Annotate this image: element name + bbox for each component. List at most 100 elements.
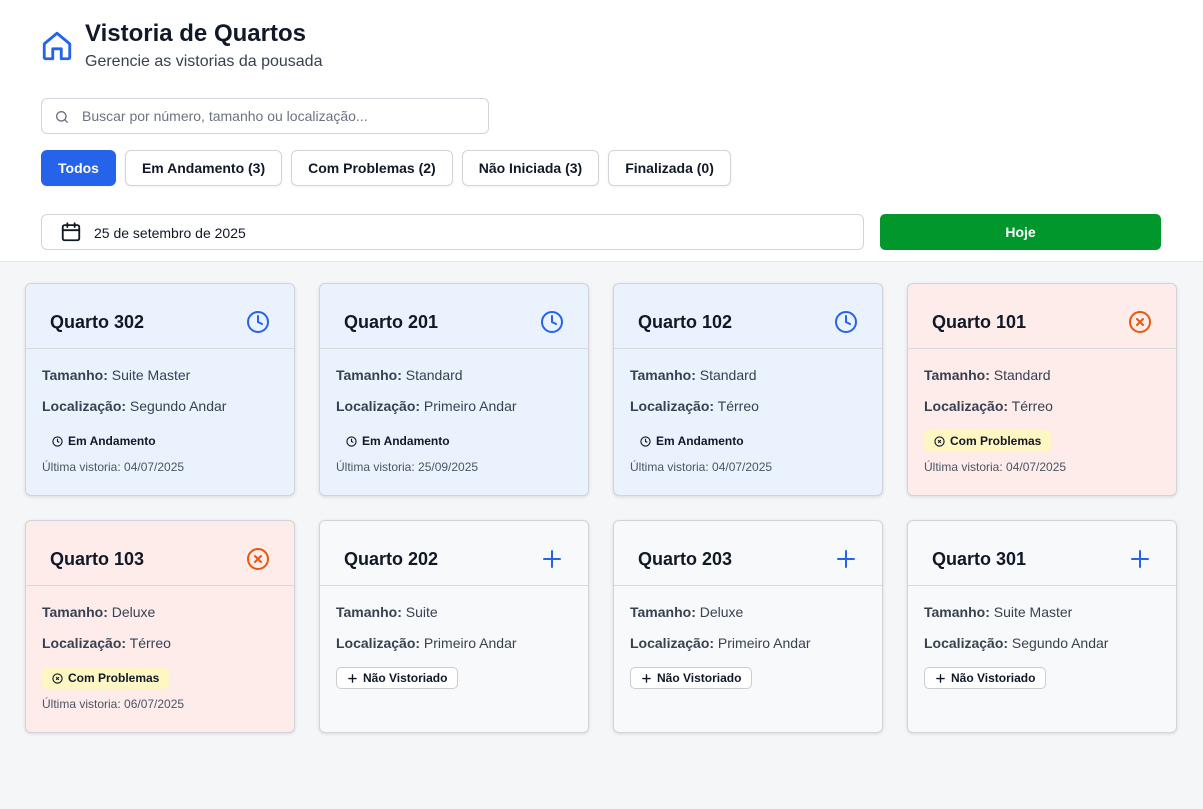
card-header: Quarto 203 <box>614 521 882 586</box>
card-header: Quarto 101 <box>908 284 1176 349</box>
size-value: Suite Master <box>993 604 1073 620</box>
filter-bar: Todos Em Andamento (3) Com Problemas (2)… <box>41 150 731 186</box>
x-circle-icon <box>52 672 63 684</box>
room-card[interactable]: Quarto 201 Tamanho: Standard Localização… <box>319 283 589 496</box>
date-picker[interactable]: 25 de setembro de 2025 <box>41 214 864 250</box>
clock-icon <box>640 435 651 447</box>
room-location: Localização: Térreo <box>42 635 278 666</box>
location-value: Térreo <box>717 398 759 414</box>
room-card[interactable]: Quarto 302 Tamanho: Suite Master Localiz… <box>25 283 295 496</box>
size-label: Tamanho: <box>924 604 990 620</box>
page-subtitle: Gerencie as vistorias da pousada <box>85 53 323 70</box>
status-badge: Em Andamento <box>630 430 754 452</box>
status-text: Não Vistoriado <box>657 671 742 685</box>
home-icon <box>42 31 72 61</box>
clock-icon[interactable] <box>246 310 270 334</box>
card-body: Tamanho: Standard Localização: Térreo Em… <box>630 367 866 474</box>
card-body: Tamanho: Standard Localização: Primeiro … <box>336 367 572 474</box>
room-size: Tamanho: Suite <box>336 604 572 635</box>
size-value: Standard <box>405 367 463 383</box>
location-label: Localização: <box>630 635 715 651</box>
room-title: Quarto 302 <box>50 312 145 332</box>
search-icon <box>56 111 68 123</box>
filter-todos[interactable]: Todos <box>41 150 116 186</box>
status-badge: Com Problemas <box>42 667 170 689</box>
card-header: Quarto 201 <box>320 284 588 349</box>
card-body: Tamanho: Standard Localização: Térreo Co… <box>924 367 1160 474</box>
room-card[interactable]: Quarto 202 Tamanho: Suite Localização: P… <box>319 520 589 733</box>
status-badge: Não Vistoriado <box>336 667 459 689</box>
location-label: Localização: <box>336 635 421 651</box>
room-card[interactable]: Quarto 103 Tamanho: Deluxe Localização: … <box>25 520 295 733</box>
location-label: Localização: <box>42 635 127 651</box>
last-inspection: Última vistoria: 04/07/2025 <box>42 460 185 474</box>
size-label: Tamanho: <box>42 367 108 383</box>
room-title: Quarto 101 <box>932 312 1027 332</box>
room-title: Quarto 301 <box>932 549 1027 569</box>
x-circle-icon[interactable] <box>246 547 270 571</box>
filter-finalizada[interactable]: Finalizada (0) <box>608 150 731 186</box>
plus-icon <box>642 673 651 683</box>
clock-icon[interactable] <box>540 310 564 334</box>
calendar-icon <box>61 222 81 242</box>
location-label: Localização: <box>42 398 127 414</box>
status-text: Com Problemas <box>950 434 1042 448</box>
room-size: Tamanho: Deluxe <box>42 604 278 635</box>
filter-nao-iniciada[interactable]: Não Iniciada (3) <box>461 150 600 186</box>
size-value: Standard <box>699 367 757 383</box>
room-location: Localização: Primeiro Andar <box>630 635 866 666</box>
room-location: Localização: Térreo <box>924 398 1160 429</box>
last-inspection: Última vistoria: 04/07/2025 <box>924 460 1067 474</box>
room-title: Quarto 102 <box>638 312 733 332</box>
plus-icon[interactable] <box>834 547 858 571</box>
room-card[interactable]: Quarto 301 Tamanho: Suite Master Localiz… <box>907 520 1177 733</box>
size-value: Suite Master <box>111 367 191 383</box>
size-label: Tamanho: <box>924 367 990 383</box>
room-title: Quarto 202 <box>344 549 439 569</box>
room-card[interactable]: Quarto 101 Tamanho: Standard Localização… <box>907 283 1177 496</box>
last-inspection: Última vistoria: 04/07/2025 <box>630 460 773 474</box>
header-panel: Vistoria de Quartos Gerencie as vistoria… <box>0 0 1203 262</box>
clock-icon <box>346 435 357 447</box>
card-header: Quarto 102 <box>614 284 882 349</box>
status-text: Não Vistoriado <box>363 671 448 685</box>
card-header: Quarto 301 <box>908 521 1176 586</box>
room-size: Tamanho: Suite Master <box>42 367 278 398</box>
status-text: Não Vistoriado <box>951 671 1036 685</box>
room-location: Localização: Primeiro Andar <box>336 635 572 666</box>
room-location: Localização: Segundo Andar <box>42 398 278 429</box>
today-button[interactable]: Hoje <box>880 214 1161 250</box>
location-value: Primeiro Andar <box>423 635 517 651</box>
status-badge: Não Vistoriado <box>630 667 753 689</box>
room-location: Localização: Segundo Andar <box>924 635 1160 666</box>
x-circle-icon[interactable] <box>1128 310 1152 334</box>
room-title: Quarto 203 <box>638 549 733 569</box>
room-size: Tamanho: Suite Master <box>924 604 1160 635</box>
size-label: Tamanho: <box>336 367 402 383</box>
x-circle-icon <box>934 435 945 447</box>
location-label: Localização: <box>336 398 421 414</box>
room-card[interactable]: Quarto 203 Tamanho: Deluxe Localização: … <box>613 520 883 733</box>
status-badge: Em Andamento <box>336 430 460 452</box>
room-size: Tamanho: Standard <box>336 367 572 398</box>
size-label: Tamanho: <box>336 604 402 620</box>
clock-icon[interactable] <box>834 310 858 334</box>
location-label: Localização: <box>924 398 1009 414</box>
status-text: Em Andamento <box>68 434 156 448</box>
size-label: Tamanho: <box>42 604 108 620</box>
status-text: Com Problemas <box>68 671 160 685</box>
filter-com-problemas[interactable]: Com Problemas (2) <box>291 150 453 186</box>
location-value: Térreo <box>1011 398 1053 414</box>
plus-icon[interactable] <box>1128 547 1152 571</box>
status-text: Em Andamento <box>362 434 450 448</box>
room-card[interactable]: Quarto 102 Tamanho: Standard Localização… <box>613 283 883 496</box>
size-value: Suite <box>405 604 438 620</box>
filter-em-andamento[interactable]: Em Andamento (3) <box>124 150 283 186</box>
size-label: Tamanho: <box>630 367 696 383</box>
last-inspection: Última vistoria: 25/09/2025 <box>336 460 479 474</box>
size-label: Tamanho: <box>630 604 696 620</box>
status-badge: Não Vistoriado <box>924 667 1047 689</box>
search-input[interactable] <box>82 99 482 133</box>
plus-icon[interactable] <box>540 547 564 571</box>
room-location: Localização: Primeiro Andar <box>336 398 572 429</box>
